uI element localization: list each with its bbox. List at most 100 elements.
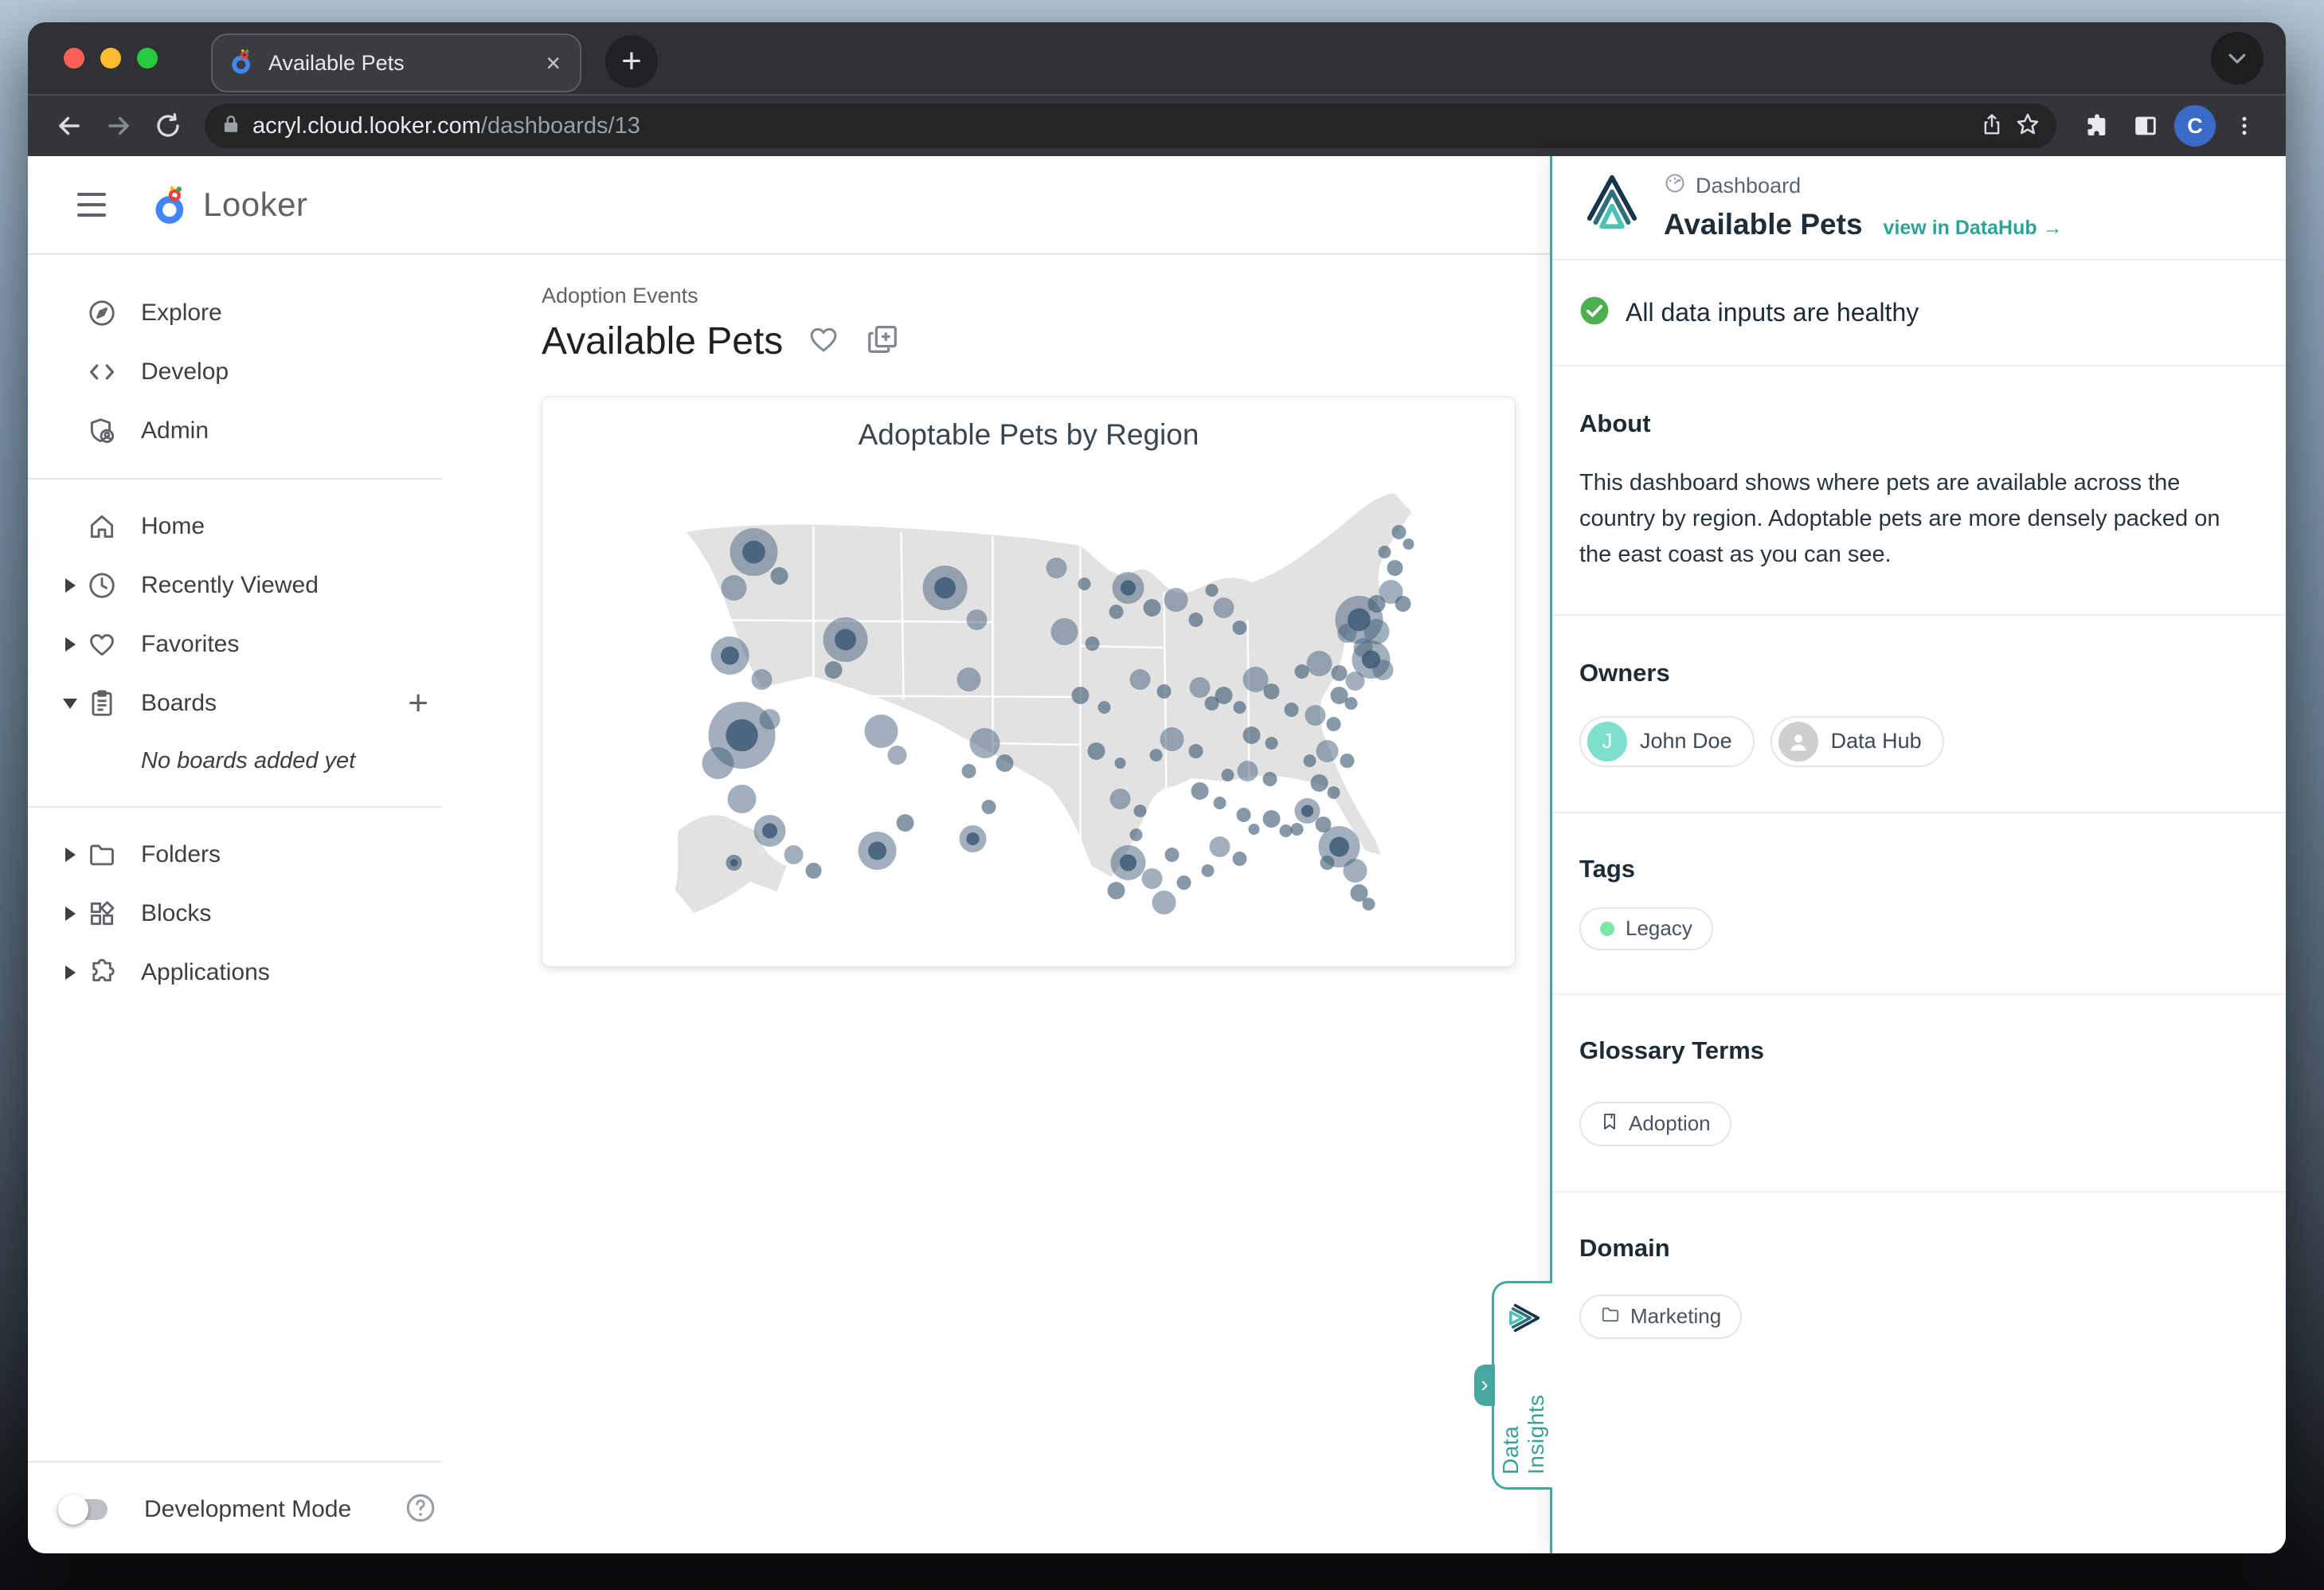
favorite-heart-icon[interactable] [807, 323, 840, 360]
map-bubble [1134, 805, 1147, 817]
map-bubble [1150, 749, 1163, 762]
blocks-icon [84, 899, 120, 929]
sidebar-item-boards[interactable]: Boards + [28, 674, 462, 733]
compass-icon [84, 298, 120, 328]
map-bubble-core [966, 832, 979, 845]
development-mode-toggle[interactable] [61, 1499, 108, 1520]
data-insights-tab[interactable]: Data Insights › [1492, 1281, 1552, 1490]
sidebar-item-applications[interactable]: Applications [28, 943, 462, 1002]
forward-button[interactable] [98, 105, 139, 147]
map-bubble [1189, 613, 1203, 627]
caret-down-icon[interactable] [57, 699, 84, 709]
tab-title: Available Pets [268, 51, 530, 76]
view-in-datahub-link[interactable]: view in DataHub → [1884, 217, 2063, 240]
back-button[interactable] [49, 105, 90, 147]
caret-right-icon[interactable] [57, 637, 84, 652]
map-bubble [1234, 701, 1246, 714]
zoom-window-button[interactable] [137, 48, 158, 69]
clock-icon [84, 570, 120, 601]
sidebar-item-recently-viewed[interactable]: Recently Viewed [28, 556, 462, 615]
map-bubble-core [762, 823, 777, 838]
hamburger-menu-icon[interactable] [77, 193, 106, 217]
map-bubble [1307, 651, 1332, 676]
reload-button[interactable] [147, 105, 189, 147]
map-bubble [1177, 875, 1191, 890]
map-bubble [1088, 742, 1105, 760]
sidebar-item-folders[interactable]: Folders [28, 825, 462, 884]
map-bubble [1165, 848, 1180, 862]
map-bubble [1344, 859, 1367, 883]
map-bubble [1051, 618, 1078, 645]
map-bubble [728, 785, 757, 813]
development-mode-row: Development Mode [28, 1466, 462, 1553]
tab-close-icon[interactable]: × [542, 50, 564, 76]
caret-right-icon[interactable] [57, 965, 84, 980]
close-window-button[interactable] [64, 48, 84, 69]
map-bubble [962, 764, 976, 778]
caret-right-icon[interactable] [57, 848, 84, 862]
menu-dots-icon[interactable] [2224, 105, 2265, 147]
person-avatar-icon [1778, 722, 1818, 762]
map-bubble [1295, 664, 1309, 679]
glossary-term-pill-adoption[interactable]: Adoption [1579, 1102, 1731, 1146]
map-bubble [1160, 727, 1184, 751]
map-bubble [1130, 828, 1143, 841]
map-bubble [1327, 717, 1341, 731]
sidebar-item-admin[interactable]: Admin [28, 401, 462, 460]
sidebar-item-favorites[interactable]: Favorites [28, 615, 462, 674]
expand-chevron-button[interactable]: › [1474, 1365, 1495, 1406]
help-icon[interactable] [404, 1491, 437, 1529]
entity-type-label: Dashboard [1696, 174, 1801, 198]
chart-card: Adoptable Pets by Region [542, 397, 1516, 967]
bookmark-star-icon[interactable] [2015, 112, 2040, 141]
map-bubble [1206, 584, 1219, 597]
tag-pill-legacy[interactable]: Legacy [1579, 907, 1713, 950]
desktop: { "browser": { "tab_title": "Available P… [0, 0, 2324, 1590]
map-bubble-core [835, 629, 856, 651]
looker-header: Looker [28, 156, 1550, 255]
development-mode-label: Development Mode [144, 1496, 351, 1523]
sidebar-divider [28, 478, 442, 480]
minimize-window-button[interactable] [100, 48, 121, 69]
map-bubble [1285, 703, 1299, 717]
url-bar[interactable]: acryl.cloud.looker.com/dashboards/13 [205, 104, 2056, 148]
sidebar-item-home[interactable]: Home [28, 497, 462, 556]
share-icon[interactable] [1980, 112, 2004, 140]
caret-right-icon[interactable] [57, 578, 84, 593]
profile-avatar[interactable]: C [2174, 105, 2216, 147]
breadcrumb[interactable]: Adoption Events [542, 284, 1550, 308]
owner-pill-john-doe[interactable]: J John Doe [1579, 716, 1755, 767]
health-status-row: All data inputs are healthy [1579, 260, 2257, 365]
extensions-icon[interactable] [2076, 105, 2117, 147]
tab-search-button[interactable] [2211, 32, 2263, 84]
sidebar-item-explore[interactable]: Explore [28, 284, 462, 343]
caret-right-icon[interactable] [57, 907, 84, 921]
us-bubble-map[interactable] [542, 456, 1515, 970]
looker-favicon [229, 48, 256, 79]
sidebar-item-develop[interactable]: Develop [28, 343, 462, 401]
map-bubble-core [1121, 580, 1136, 595]
domain-pill-marketing[interactable]: Marketing [1579, 1294, 1742, 1339]
panel-divider [1552, 614, 2286, 616]
new-tab-button[interactable]: + [605, 35, 658, 88]
map-bubble [1086, 636, 1100, 651]
looker-logo[interactable]: Looker [151, 184, 307, 225]
map-bubble [1202, 864, 1215, 877]
map-bubble [1115, 758, 1126, 769]
map-bubble-core [721, 646, 739, 664]
add-to-board-icon[interactable] [864, 321, 901, 362]
map-bubble [1214, 797, 1227, 809]
health-check-icon [1579, 296, 1610, 330]
map-bubble [1338, 624, 1357, 643]
side-panel-icon[interactable] [2125, 105, 2166, 147]
pets-map-svg [542, 456, 1515, 966]
add-board-button[interactable]: + [408, 683, 428, 723]
chart-title: Adoptable Pets by Region [542, 418, 1515, 452]
map-bubble [970, 728, 1000, 758]
browser-tab[interactable]: Available Pets × [211, 33, 581, 92]
owners-heading: Owners [1579, 659, 2257, 687]
owner-pill-data-hub[interactable]: Data Hub [1770, 716, 1944, 767]
map-bubble [1345, 697, 1358, 710]
sidebar-item-blocks[interactable]: Blocks [28, 884, 462, 943]
url-text: acryl.cloud.looker.com/dashboards/13 [252, 113, 1969, 139]
